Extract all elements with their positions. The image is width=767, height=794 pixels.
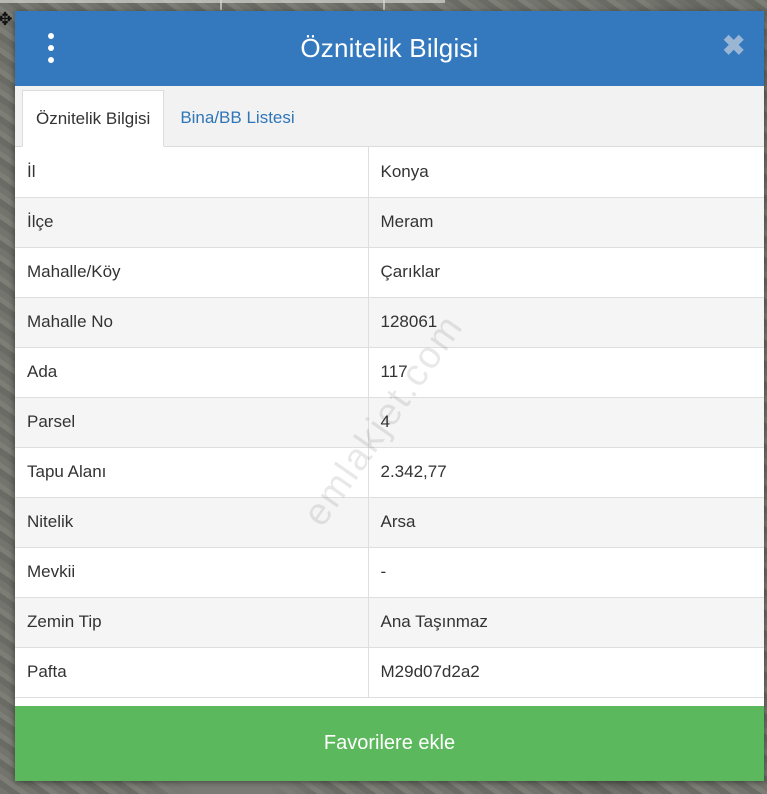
- tab-attribute-info[interactable]: Öznitelik Bilgisi: [22, 90, 165, 147]
- table-row: Pafta M29d07d2a2: [15, 647, 764, 698]
- attribute-value: 4: [368, 397, 764, 448]
- map-road-line: [383, 0, 385, 10]
- attribute-value: Konya: [368, 147, 764, 198]
- table-row: Tapu Alanı 2.342,77: [15, 447, 764, 498]
- kebab-menu-icon[interactable]: [41, 33, 61, 63]
- table-row: İl Konya: [15, 147, 764, 198]
- table-row: Nitelik Arsa: [15, 497, 764, 548]
- attribute-popup: Öznitelik Bilgisi ✖ Öznitelik Bilgisi Bi…: [15, 11, 764, 781]
- attribute-key: Tapu Alanı: [15, 447, 369, 498]
- table-row: Ada 117: [15, 347, 764, 398]
- table-row: Mevkii -: [15, 547, 764, 598]
- table-row: Zemin Tip Ana Taşınmaz: [15, 597, 764, 648]
- popup-title: Öznitelik Bilgisi: [300, 33, 479, 63]
- attribute-value: Meram: [368, 197, 764, 248]
- attribute-key: Ada: [15, 347, 369, 398]
- attribute-value: M29d07d2a2: [368, 647, 764, 698]
- map-road-line: [0, 0, 445, 3]
- attribute-key: Mevkii: [15, 547, 369, 598]
- attribute-key: İlçe: [15, 197, 369, 248]
- attribute-value: 117: [368, 347, 764, 398]
- close-icon[interactable]: ✖: [722, 32, 745, 60]
- attribute-key: Nitelik: [15, 497, 369, 548]
- attribute-value: -: [368, 547, 764, 598]
- table-row: Parsel 4: [15, 397, 764, 448]
- attribute-value: 2.342,77: [368, 447, 764, 498]
- attribute-key: Zemin Tip: [15, 597, 369, 648]
- move-crosshair-icon[interactable]: ✥: [0, 10, 14, 28]
- attribute-value: 128061: [368, 297, 764, 348]
- add-to-favorites-button[interactable]: Favorilere ekle: [15, 706, 764, 781]
- attribute-key: Mahalle/Köy: [15, 247, 369, 298]
- tab-bar: Öznitelik Bilgisi Bina/BB Listesi: [15, 86, 764, 147]
- attribute-value: Arsa: [368, 497, 764, 548]
- attribute-key: Pafta: [15, 647, 369, 698]
- attribute-key: Parsel: [15, 397, 369, 448]
- tab-building-list[interactable]: Bina/BB Listesi: [164, 90, 307, 146]
- attribute-table: İl Konya İlçe Meram Mahalle/Köy Çarıklar…: [15, 147, 764, 698]
- attribute-key: Mahalle No: [15, 297, 369, 348]
- table-row: İlçe Meram: [15, 197, 764, 248]
- attribute-value: Ana Taşınmaz: [368, 597, 764, 648]
- map-road-line: [220, 0, 222, 10]
- attribute-value: Çarıklar: [368, 247, 764, 298]
- table-row: Mahalle No 128061: [15, 297, 764, 348]
- popup-header: Öznitelik Bilgisi ✖: [15, 11, 764, 86]
- attribute-key: İl: [15, 147, 369, 198]
- table-row: Mahalle/Köy Çarıklar: [15, 247, 764, 298]
